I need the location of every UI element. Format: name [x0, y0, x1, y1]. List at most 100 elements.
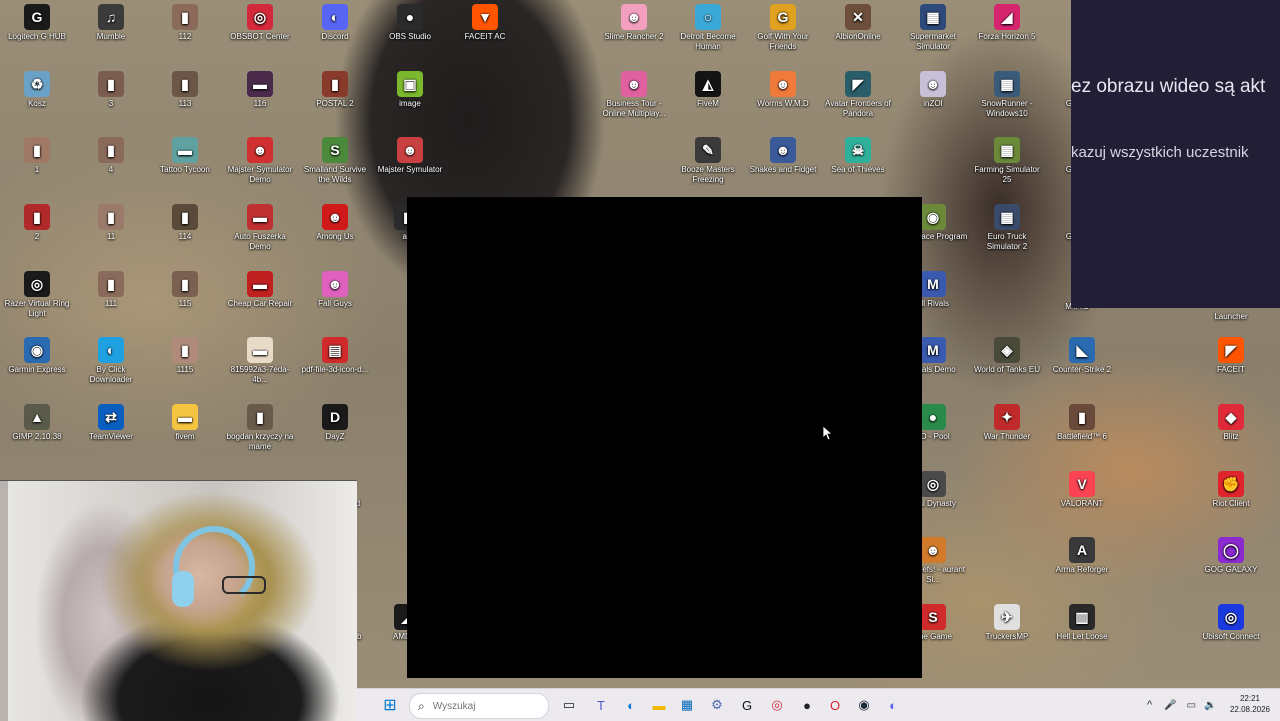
app-icon: ▬	[247, 204, 273, 230]
desktop-icon[interactable]: ☻ inZOI	[896, 67, 970, 133]
taskbar-microsoft-store-icon[interactable]: ▦	[675, 693, 699, 717]
desktop-icon[interactable]: ▮ 115	[148, 267, 222, 333]
desktop-icon[interactable]: ▤ pdf-file-3d-icon-d...	[298, 333, 372, 399]
network-icon[interactable]: ▭	[1187, 700, 1196, 711]
volume-icon[interactable]: 🔉	[1204, 700, 1216, 711]
app-icon: ◣	[1069, 337, 1095, 363]
desktop-icon[interactable]: ⇄ TeamViewer	[74, 400, 148, 466]
start-button[interactable]: ⊞	[378, 693, 402, 717]
desktop-icon[interactable]: ▦ Euro Truck Simulator 2	[970, 200, 1044, 266]
taskbar-obs-icon[interactable]: ●	[795, 693, 819, 717]
taskbar-search[interactable]: ⌕	[409, 693, 549, 719]
desktop-icon[interactable]: ▦ Supermarket Simulator	[896, 0, 970, 66]
search-icon: ⌕	[418, 698, 425, 713]
desktop-icon[interactable]: ◣ Counter-Strike 2	[1045, 333, 1119, 399]
desktop-icon[interactable]: ◆ Blitz	[1194, 400, 1268, 466]
app-icon: ◯	[1218, 537, 1244, 563]
taskbar-logitech-icon[interactable]: G	[735, 693, 759, 717]
desktop-icon[interactable]: V VALORANT	[1045, 467, 1119, 533]
desktop-icon[interactable]: G Golf With Your Friends	[746, 0, 820, 66]
desktop-icon-label: 815992a3-7eda-4b...	[230, 365, 290, 384]
desktop-icon[interactable]: ▬ fivem	[148, 400, 222, 466]
desktop-icon[interactable]: ▮ 114	[148, 200, 222, 266]
desktop-icon[interactable]: ✈ TruckersMP	[970, 600, 1044, 666]
desktop-icon[interactable]: ▬ Auto Fuszerka Demo	[223, 200, 297, 266]
taskbar-edge-icon[interactable]: ◐	[619, 693, 643, 717]
taskbar-steam-icon[interactable]: ◉	[852, 693, 876, 717]
search-input[interactable]	[430, 699, 535, 713]
desktop-icon[interactable]: ✊ Riot Client	[1194, 467, 1268, 533]
desktop-icon[interactable]: ▬ Tattoo Tycoon	[148, 133, 222, 199]
desktop-icon[interactable]: ◎ OBSBOT Center	[223, 0, 297, 66]
taskbar-opera-icon[interactable]: O	[823, 693, 847, 717]
desktop-icon[interactable]: ▮ Battlefield™ 6	[1045, 400, 1119, 466]
desktop-icon[interactable]: ▮ 113	[148, 67, 222, 133]
desktop-icon-label: OBS Studio	[389, 32, 431, 41]
desktop-icon[interactable]: ▮ 111	[74, 267, 148, 333]
desktop-icon[interactable]: ▮ 1	[0, 133, 74, 199]
desktop-icon[interactable]: ▬ 116	[223, 67, 297, 133]
desktop-icon[interactable]: ☻ Majster Symulator Demo	[223, 133, 297, 199]
desktop-icon[interactable]: ▮ 2	[0, 200, 74, 266]
desktop-icon[interactable]: ☻ Worms W.M.D	[746, 67, 820, 133]
overlay-text-2: kazuj wszystkich uczestnik	[1071, 144, 1249, 161]
desktop-icon[interactable]: ▮ POSTAL 2	[298, 67, 372, 133]
desktop-icon[interactable]: ▬ 815992a3-7eda-4b...	[223, 333, 297, 399]
taskbar-task-view-icon[interactable]: ▭	[557, 693, 581, 717]
desktop-icon[interactable]: ○ Detroit Become Human	[671, 0, 745, 66]
desktop-icon[interactable]: ▮ 4	[74, 133, 148, 199]
desktop-icon[interactable]: ◭ FiveM	[671, 67, 745, 133]
desktop-icon[interactable]: ☻ Business Tour - Online Multiplay...	[597, 67, 671, 133]
taskbar-obsbot-icon[interactable]: ◎	[765, 693, 789, 717]
desktop-icon[interactable]: ▲ GIMP 2.10.38	[0, 400, 74, 466]
desktop-icon[interactable]: ◤ Avatar Frontiers of Pandora	[821, 67, 895, 133]
desktop-icon[interactable]: ▮ 1115	[148, 333, 222, 399]
desktop-icon[interactable]: ▬ Cheap Car Repair	[223, 267, 297, 333]
taskbar-file-explorer-icon[interactable]: ▬	[647, 693, 671, 717]
desktop-icon[interactable]: ✕ AlbionOnline	[821, 0, 895, 66]
desktop-icon-label: VALORANT	[1060, 499, 1104, 508]
desktop-icon[interactable]: ♻ Kosz	[0, 67, 74, 133]
desktop-icon[interactable]: ☻ Among Us	[298, 200, 372, 266]
desktop-icon[interactable]: ▮ 112	[148, 0, 222, 66]
taskbar-teams-icon[interactable]: T	[589, 693, 613, 717]
taskbar-app-settings-icon[interactable]: ⚙	[705, 693, 729, 717]
desktop-icon[interactable]: ☻ Shakes and Fidget	[746, 133, 820, 199]
desktop-icon[interactable]: ☻ Slime Rancher 2	[597, 0, 671, 66]
desktop-icon[interactable]: ◐ By Click Downloader	[74, 333, 148, 399]
desktop-icon[interactable]: A Arma Reforger	[1045, 533, 1119, 599]
desktop-icon[interactable]: ☠ Sea of Thieves	[821, 133, 895, 199]
desktop-icon[interactable]: ▮ 11	[74, 200, 148, 266]
desktop-icon[interactable]: ▦ SnowRunner - Windows10	[970, 67, 1044, 133]
desktop-icon[interactable]: S Smalland Survive the Wilds	[298, 133, 372, 199]
desktop-icon[interactable]: ♫ Mumble	[74, 0, 148, 66]
desktop-icon[interactable]: ▣ image	[373, 67, 447, 133]
desktop-icon[interactable]: ▮ bogdan krzyczy na mame	[223, 400, 297, 466]
desktop-icon[interactable]: ▮ 3	[74, 67, 148, 133]
desktop-icon-label: Arma Reforger	[1055, 565, 1109, 574]
desktop-icon[interactable]: ▼ FACEIT AC	[448, 0, 522, 66]
black-window[interactable]	[407, 197, 922, 678]
desktop-icon[interactable]: ☻ Majster Symulator	[373, 133, 447, 199]
desktop-icon[interactable]: D DayZ	[298, 400, 372, 466]
desktop-icon[interactable]: ◉ Garmin Express	[0, 333, 74, 399]
desktop-icon[interactable]: ◎ Ubisoft Connect	[1194, 600, 1268, 666]
desktop-icon[interactable]: ✦ War Thunder	[970, 400, 1044, 466]
desktop-icon[interactable]: ▥ Hell Let Loose	[1045, 600, 1119, 666]
desktop-icon-label: Launcher	[1214, 312, 1248, 321]
overlay-panel: ez obrazu wideo są akt kazuj wszystkich …	[1071, 0, 1280, 308]
desktop-icon[interactable]: ◯ GOG GALAXY	[1194, 533, 1268, 599]
desktop-icon[interactable]: ☻ Fall Guys	[298, 267, 372, 333]
desktop-icon[interactable]: ◈ World of Tanks EU	[970, 333, 1044, 399]
tray-chevron-icon[interactable]: ^	[1147, 699, 1152, 711]
desktop-icon[interactable]: ◎ Razer Virtual Ring Light	[0, 267, 74, 333]
desktop-icon[interactable]: ▦ Farming Simulator 25	[970, 133, 1044, 199]
desktop-icon[interactable]: ◢ Forza Horizon 5	[970, 0, 1044, 66]
taskbar-discord-icon[interactable]: ◐	[881, 693, 905, 717]
desktop-icon[interactable]: ✎ Booze Masters Freezing Moonshine	[671, 133, 745, 199]
desktop-icon[interactable]: ● OBS Studio	[373, 0, 447, 66]
desktop-icon[interactable]: G Logitech G HUB	[0, 0, 74, 66]
clock[interactable]: 22:21 22.08.2026	[1230, 693, 1270, 715]
microphone-icon[interactable]: 🎤	[1164, 700, 1176, 711]
desktop-icon[interactable]: ◐ Discord	[298, 0, 372, 66]
